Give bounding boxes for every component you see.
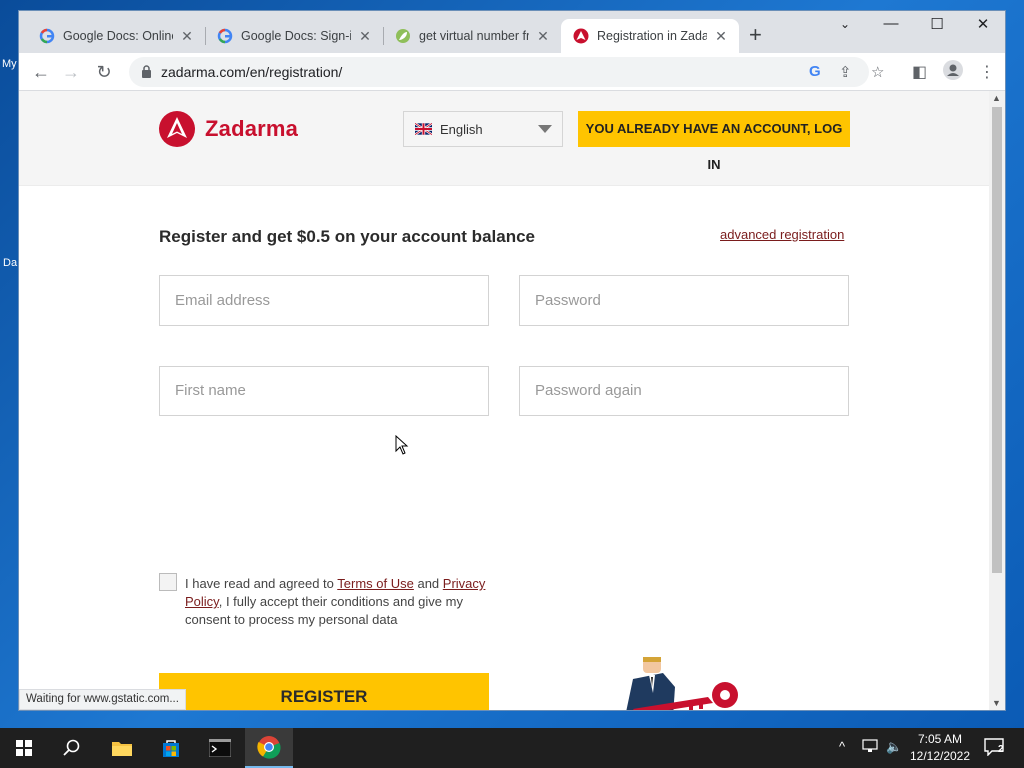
desktop-icon-label[interactable]: Da (3, 257, 17, 269)
search-button[interactable] (48, 728, 96, 768)
language-label: English (440, 122, 483, 137)
chevron-down-icon (538, 125, 552, 133)
reload-icon[interactable]: ↻ (92, 60, 116, 84)
volume-icon[interactable]: 🔈 (886, 739, 902, 755)
scrollbar-thumb[interactable] (992, 107, 1002, 573)
tab-title: Google Docs: Sign-in (241, 29, 351, 43)
tab-zadarma-registration[interactable]: Registration in Zadarm ✕ (561, 19, 739, 53)
google-icon (217, 28, 233, 44)
terms-checkbox[interactable] (159, 573, 177, 591)
zadarma-logo-icon (159, 111, 195, 147)
site-header: Zadarma English YOU ALREADY HAVE AN ACCO… (19, 91, 989, 186)
email-field[interactable]: Email address (159, 275, 489, 326)
maximize-icon[interactable]: ☐ (914, 15, 960, 33)
chrome-icon (257, 736, 281, 759)
google-icon (39, 28, 55, 44)
page-content: Zadarma English YOU ALREADY HAVE AN ACCO… (19, 91, 989, 710)
logo-text: Zadarma (205, 116, 299, 141)
page-scrollbar[interactable]: ▲ ▼ (989, 91, 1005, 710)
windows-icon (16, 740, 32, 756)
login-button[interactable]: YOU ALREADY HAVE AN ACCOUNT, LOG IN (578, 111, 850, 172)
zadarma-icon (573, 28, 589, 44)
clock-date: 12/12/2022 (909, 749, 971, 763)
start-button[interactable] (0, 728, 48, 768)
password-field[interactable]: Password (519, 275, 849, 326)
google-lens-icon[interactable]: G (809, 63, 821, 80)
minimize-icon[interactable]: — (868, 15, 914, 32)
advanced-registration-link[interactable]: advanced registration (720, 227, 844, 242)
system-clock[interactable]: 7:05 AM 12/12/2022 (908, 731, 972, 765)
close-tab-icon[interactable]: ✕ (535, 28, 551, 45)
tab-title: Google Docs: Online D (63, 29, 173, 43)
show-hidden-icons-icon[interactable]: ^ (839, 739, 845, 754)
desktop-icon-label[interactable]: My (2, 58, 17, 70)
scroll-down-icon[interactable]: ▼ (992, 698, 1001, 708)
terms-of-use-link[interactable]: Terms of Use (337, 576, 414, 591)
close-tab-icon[interactable]: ✕ (179, 28, 195, 45)
bookmark-star-icon[interactable]: ☆ (871, 63, 884, 81)
tab-google-docs-signin[interactable]: Google Docs: Sign-in ✕ (205, 19, 383, 53)
language-select[interactable]: English (403, 111, 563, 147)
status-bar: Waiting for www.gstatic.com... (19, 689, 186, 710)
tab-title: get virtual number fro (419, 29, 529, 43)
profile-avatar-icon[interactable] (943, 60, 963, 85)
leaf-icon (396, 29, 410, 43)
store-icon (163, 740, 179, 757)
mouse-cursor-icon (395, 435, 409, 455)
close-tab-icon[interactable]: ✕ (357, 28, 373, 45)
tab-search-icon[interactable]: ⌄ (822, 17, 868, 31)
folder-icon (112, 742, 132, 756)
search-icon (63, 739, 80, 756)
terminal-button[interactable] (196, 728, 244, 768)
tab-strip: Google Docs: Online D ✕ Google Docs: Sig… (19, 11, 1005, 53)
password-again-field[interactable]: Password again (519, 366, 849, 416)
url-text[interactable]: zadarma.com/en/registration/ (161, 64, 342, 80)
clock-time: 7:05 AM (917, 732, 963, 746)
tab-title: Registration in Zadarm (597, 29, 707, 43)
register-button[interactable]: REGISTER (159, 673, 489, 710)
side-panel-icon[interactable]: ◧ (912, 62, 927, 82)
back-icon[interactable]: ← (29, 60, 53, 84)
store-button[interactable] (147, 728, 195, 768)
forward-icon[interactable]: → (59, 60, 83, 84)
address-bar[interactable]: zadarma.com/en/registration/ G ⇪ ☆ (129, 57, 884, 87)
share-icon[interactable]: ⇪ (839, 63, 852, 81)
network-icon[interactable] (862, 739, 878, 756)
menu-kebab-icon[interactable]: ⋮ (979, 62, 995, 82)
man-with-key-illustration (626, 657, 738, 710)
notification-count-badge: 2 (998, 744, 1004, 755)
scroll-up-icon[interactable]: ▲ (992, 93, 1001, 103)
terminal-icon (209, 739, 231, 757)
close-tab-icon[interactable]: ✕ (713, 28, 729, 45)
browser-window: Google Docs: Online D ✕ Google Docs: Sig… (18, 10, 1006, 711)
terms-text: I have read and agreed to Terms of Use a… (185, 576, 486, 627)
browser-toolbar: ← → ↻ zadarma.com/en/registration/ G ⇪ ☆… (19, 53, 1005, 91)
tab-google-docs-online[interactable]: Google Docs: Online D ✕ (27, 19, 205, 53)
zadarma-logo[interactable]: Zadarma (159, 111, 298, 147)
uk-flag-icon (415, 123, 432, 135)
first-name-field[interactable]: First name (159, 366, 489, 416)
chrome-button[interactable] (245, 728, 293, 768)
tab-virtual-number[interactable]: get virtual number fro ✕ (383, 19, 561, 53)
new-tab-button[interactable]: + (749, 24, 762, 46)
lock-icon[interactable] (141, 65, 152, 78)
taskbar: ^ 🔈 7:05 AM 12/12/2022 2 (0, 728, 1024, 768)
file-explorer-button[interactable] (98, 728, 146, 768)
close-window-icon[interactable]: ✕ (960, 15, 1005, 33)
page-title: Register and get $0.5 on your account ba… (159, 227, 535, 246)
